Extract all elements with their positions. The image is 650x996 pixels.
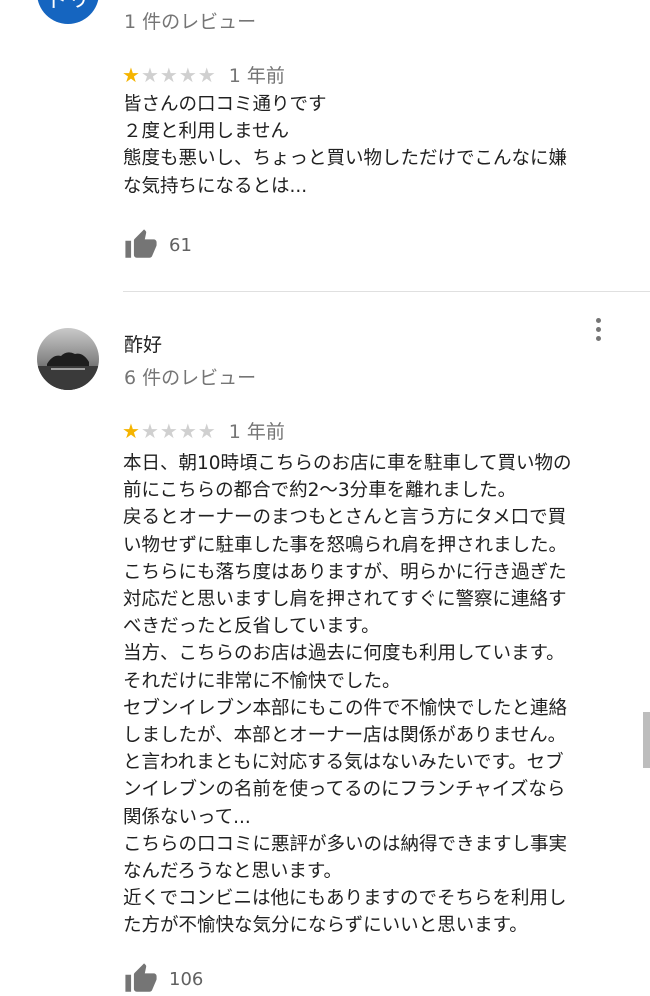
star-icon: ★ — [140, 62, 159, 87]
avatar-initials: ドリ — [45, 0, 90, 13]
star-icon: ★ — [122, 62, 140, 87]
review-date: 1 年前 — [228, 421, 285, 443]
scrollbar[interactable] — [643, 712, 650, 768]
review-line: 近くでコンビニは他にもありますのでそちらを利用し — [123, 888, 567, 910]
review-date: 1 年前 — [228, 65, 285, 87]
landscape-photo-icon — [37, 328, 99, 390]
review-line: 皆さんの口コミ通りです — [123, 94, 327, 115]
review-line: べきだったと反省しています。 — [123, 616, 380, 638]
like-button[interactable]: 106 — [123, 962, 203, 996]
thumbs-up-icon — [125, 229, 157, 258]
review-line: ２度と利用しません — [123, 121, 289, 143]
review-line: い物せずに駐車した事を怒鳴られ肩を押されました。 — [123, 534, 568, 556]
reviewer-name[interactable]: 酢好 — [124, 330, 162, 357]
star-icon: ★ — [197, 418, 216, 443]
like-button[interactable]: 61 — [123, 228, 192, 262]
like-count: 61 — [169, 234, 192, 256]
review-line: と言われまともに対応する気はないみたいです。セブ — [123, 752, 564, 774]
review-line: セブンイレブン本部にもこの件で不愉快でしたと連絡 — [123, 697, 568, 719]
review-line: な気持ちになるとは... — [123, 175, 308, 197]
star-icon: ★ — [159, 418, 178, 443]
review-line: た方が不愉快な気分にならずにいいと思います。 — [123, 915, 528, 937]
review-line: 態度も悪いし、ちょっと買い物しただけでこんなに嫌 — [123, 148, 568, 170]
like-count: 106 — [169, 968, 204, 990]
review-line: 対応だと思いますし肩を押されてすぐに警察に連絡す — [123, 589, 567, 611]
review-line: こちらにも落ち度はありますが、明らかに行き過ぎた — [123, 561, 567, 583]
rating-row: ★ ★ ★ ★ ★ 1 年前 — [122, 417, 285, 444]
divider — [123, 291, 650, 292]
star-icon: ★ — [178, 418, 197, 443]
review-line: 関係ないって... — [123, 806, 251, 828]
review-count: 1 件のレビュー — [124, 11, 257, 33]
star-icon: ★ — [197, 62, 216, 87]
review-text: 本日、朝10時頃こちらのお店に車を駐車して買い物の 前にこちらの都合で約2〜3分… — [123, 450, 613, 940]
star-icon: ★ — [122, 418, 140, 443]
review-count: 6 件のレビュー — [124, 367, 257, 389]
star-icon: ★ — [178, 62, 197, 87]
review-line: 戻るとオーナーのまつもとさんと言う方にタメ口で買 — [123, 507, 567, 529]
review-line: それだけに非常に不愉快でした。 — [123, 670, 401, 692]
reviewer-avatar[interactable]: ドリ — [37, 0, 99, 24]
reviewer-avatar[interactable] — [37, 328, 99, 390]
review-text: 皆さんの口コミ通りです ２度と利用しません 態度も悪いし、ちょっと買い物しただけ… — [123, 91, 613, 200]
rating-row: ★ ★ ★ ★ ★ 1 年前 — [122, 61, 285, 88]
star-icon: ★ — [159, 62, 178, 87]
thumbs-up-icon — [125, 963, 157, 992]
review-line: 本日、朝10時頃こちらのお店に車を駐車して買い物の — [123, 453, 572, 474]
more-options-icon[interactable] — [592, 318, 604, 341]
review-line: 前にこちらの都合で約2〜3分車を離れました。 — [123, 480, 517, 502]
review-line: こちらの口コミに悪評が多いのは納得できますし事実 — [123, 833, 568, 855]
review-line: 当方、こちらのお店は過去に何度も利用しています。 — [123, 643, 565, 665]
review-line: なんだろうなと思います。 — [123, 861, 343, 883]
star-icon: ★ — [140, 418, 159, 443]
review-line: ンイレブンの名前を使ってるのにフランチャイズなら — [123, 779, 566, 801]
review-line: しましたが、本部とオーナー店は関係がありません。 — [123, 725, 567, 747]
